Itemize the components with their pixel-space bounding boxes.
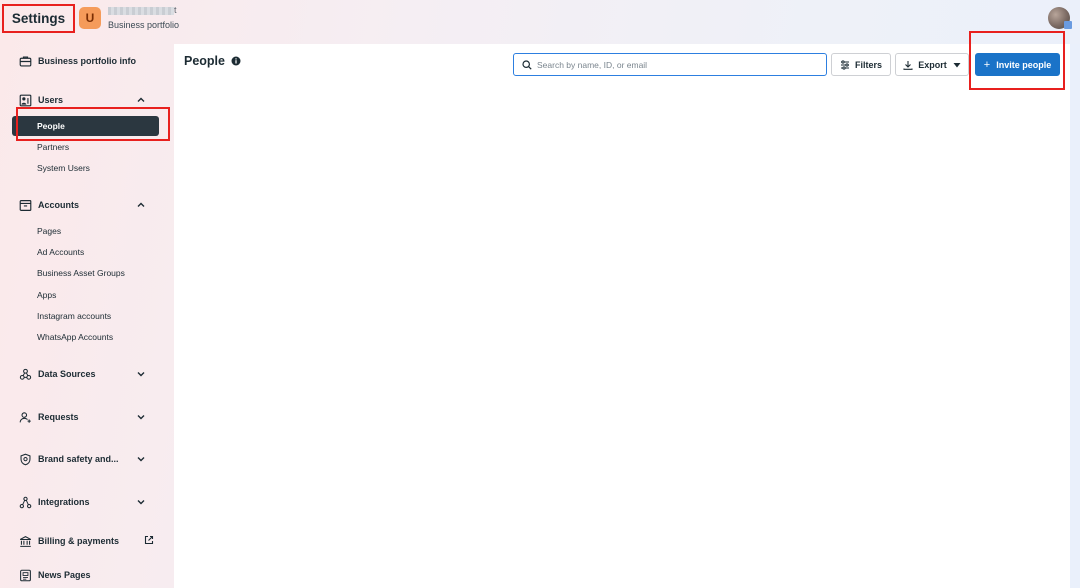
filters-button[interactable]: Filters — [831, 53, 891, 76]
newspaper-icon — [18, 568, 32, 582]
chevron-down-icon[interactable] — [136, 369, 146, 379]
sidebar-item-business-asset-groups[interactable]: Business Asset Groups — [12, 263, 159, 283]
page-title-text: People — [184, 54, 225, 68]
sidebar-section-label: Data Sources — [38, 369, 96, 379]
page-title: People — [184, 54, 241, 68]
sidebar-item-ad-accounts[interactable]: Ad Accounts — [12, 242, 159, 262]
sidebar-section-label: Brand safety and... — [38, 454, 119, 464]
sidebar-item-label: Billing & payments — [38, 536, 120, 546]
sidebar-section-data-sources[interactable]: Data Sources — [12, 363, 162, 385]
export-label: Export — [918, 59, 947, 70]
integrations-icon — [18, 495, 32, 509]
sidebar-item-news-pages[interactable]: News Pages — [12, 564, 162, 586]
export-button[interactable]: Export — [895, 53, 969, 76]
sidebar-item-billing[interactable]: Billing & payments — [12, 530, 162, 552]
chevron-up-icon[interactable] — [136, 95, 146, 105]
bank-icon — [18, 534, 32, 548]
search-input-container[interactable] — [513, 53, 827, 76]
shield-icon — [18, 452, 32, 466]
chevron-down-icon[interactable] — [136, 412, 146, 422]
sidebar-section-requests[interactable]: Requests — [12, 406, 162, 428]
settings-title: Settings — [2, 4, 75, 33]
sidebar-section-label: Requests — [38, 412, 79, 422]
redacted-name — [108, 6, 174, 15]
sidebar-item-whatsapp-accounts[interactable]: WhatsApp Accounts — [12, 327, 159, 347]
annotation-highlight-invite — [969, 31, 1065, 90]
right-gutter — [1070, 44, 1080, 588]
sidebar-item-instagram-accounts[interactable]: Instagram accounts — [12, 306, 159, 326]
sidebar-section-label: Integrations — [38, 497, 90, 507]
sidebar-section-brand-safety[interactable]: Brand safety and... — [12, 448, 162, 470]
sidebar-item-system-users[interactable]: System Users — [12, 158, 159, 178]
sidebar-item-pages[interactable]: Pages — [12, 221, 159, 241]
top-bar: Settings U t Business portfolio — [0, 0, 1080, 40]
users-icon — [18, 93, 32, 107]
caret-down-icon — [953, 62, 961, 67]
user-avatar[interactable] — [1048, 7, 1072, 29]
briefcase-icon — [18, 54, 32, 68]
filters-label: Filters — [854, 59, 882, 70]
person-request-icon — [18, 410, 32, 424]
search-input[interactable] — [537, 59, 817, 70]
sidebar-item-apps[interactable]: Apps — [12, 285, 159, 305]
annotation-highlight-people — [16, 107, 170, 141]
chevron-down-icon[interactable] — [136, 454, 146, 464]
sidebar-item-label: Business portfolio info — [38, 56, 136, 66]
sidebar-item-label: News Pages — [38, 570, 91, 580]
sidebar-section-label: Users — [38, 95, 64, 105]
main-panel: People Filters Export + Invite people — [174, 44, 1070, 588]
download-icon — [903, 60, 913, 70]
chevron-up-icon[interactable] — [136, 200, 146, 210]
archive-box-icon — [18, 198, 32, 212]
sidebar: Business portfolio info Users People Par… — [0, 40, 174, 588]
avatar-badge — [1064, 21, 1072, 29]
portfolio-avatar[interactable]: U — [79, 7, 101, 29]
sidebar-section-label: Accounts — [38, 200, 80, 210]
sidebar-section-accounts[interactable]: Accounts — [12, 194, 162, 216]
portfolio-subtitle: Business portfolio — [108, 20, 180, 30]
data-sources-icon — [18, 367, 32, 381]
external-link-icon[interactable] — [144, 535, 154, 545]
chevron-down-icon[interactable] — [136, 497, 146, 507]
info-icon[interactable] — [231, 56, 241, 66]
portfolio-name[interactable]: t — [108, 5, 177, 15]
search-icon — [522, 59, 532, 70]
sidebar-item-business-info[interactable]: Business portfolio info — [12, 50, 162, 72]
filter-sliders-icon — [840, 59, 849, 70]
sidebar-section-integrations[interactable]: Integrations — [12, 491, 162, 513]
